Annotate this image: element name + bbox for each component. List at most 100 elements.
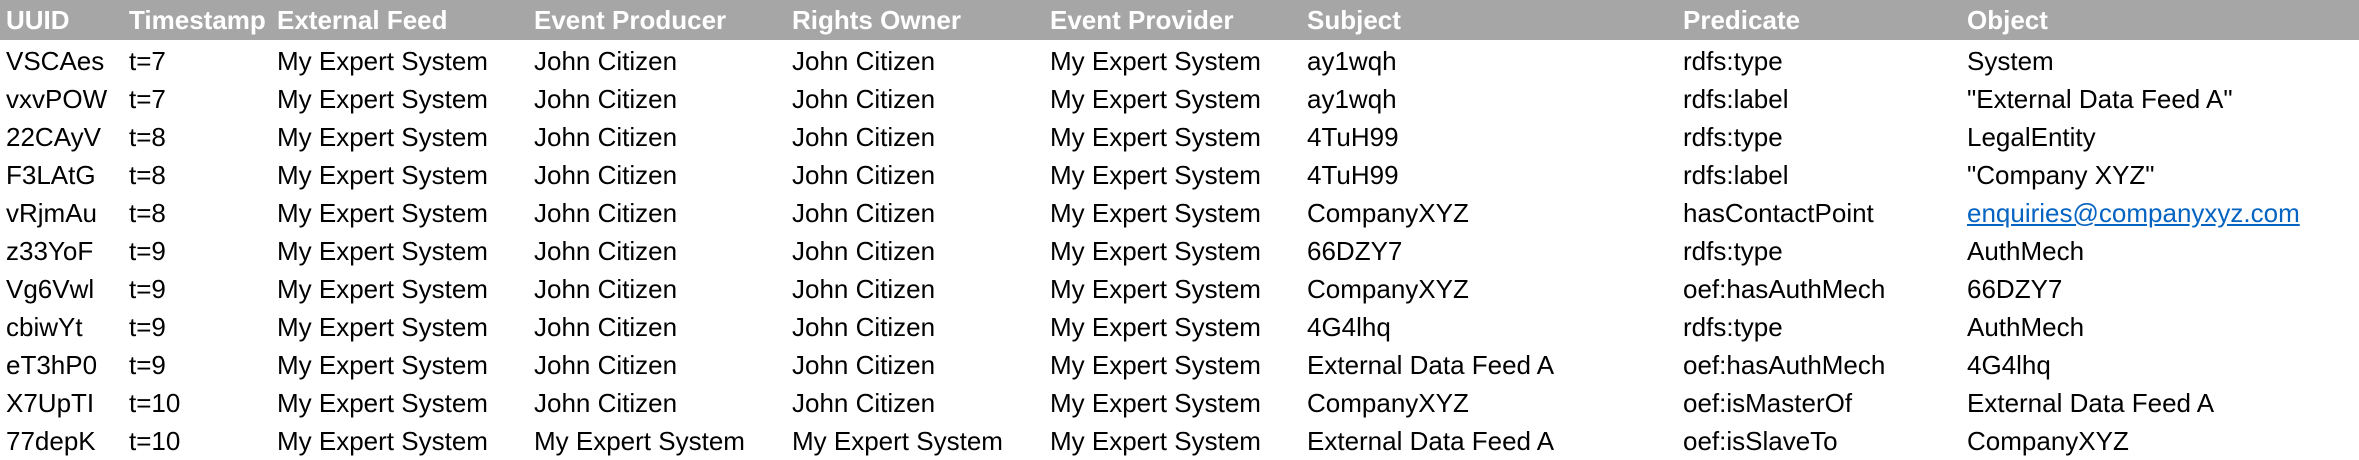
cell-object[interactable]: "Company XYZ" — [1961, 156, 2359, 194]
cell-event-producer[interactable]: John Citizen — [528, 270, 786, 308]
cell-object[interactable]: External Data Feed A — [1961, 384, 2359, 422]
cell-object[interactable]: enquiries@companyxyz.com — [1961, 194, 2359, 232]
cell-timestamp[interactable]: t=10 — [123, 384, 271, 422]
cell-timestamp[interactable]: t=7 — [123, 80, 271, 118]
cell-external-feed[interactable]: My Expert System — [271, 270, 528, 308]
cell-event-provider[interactable]: My Expert System — [1044, 194, 1301, 232]
cell-predicate[interactable]: oef:isSlaveTo — [1677, 422, 1961, 460]
cell-object[interactable]: 4G4lhq — [1961, 346, 2359, 384]
cell-event-producer[interactable]: John Citizen — [528, 194, 786, 232]
cell-subject[interactable]: 4G4lhq — [1301, 308, 1677, 346]
cell-event-provider[interactable]: My Expert System — [1044, 232, 1301, 270]
column-header-external-feed[interactable]: External Feed — [271, 0, 528, 40]
cell-external-feed[interactable]: My Expert System — [271, 346, 528, 384]
cell-rights-owner[interactable]: John Citizen — [786, 308, 1044, 346]
cell-rights-owner[interactable]: John Citizen — [786, 270, 1044, 308]
cell-uuid[interactable]: 22CAyV — [0, 118, 123, 156]
cell-external-feed[interactable]: My Expert System — [271, 308, 528, 346]
cell-event-provider[interactable]: My Expert System — [1044, 422, 1301, 460]
cell-external-feed[interactable]: My Expert System — [271, 40, 528, 80]
cell-timestamp[interactable]: t=8 — [123, 156, 271, 194]
cell-timestamp[interactable]: t=10 — [123, 422, 271, 460]
column-header-rights-owner[interactable]: Rights Owner — [786, 0, 1044, 40]
cell-timestamp[interactable]: t=8 — [123, 118, 271, 156]
cell-event-producer[interactable]: John Citizen — [528, 232, 786, 270]
cell-uuid[interactable]: z33YoF — [0, 232, 123, 270]
cell-event-provider[interactable]: My Expert System — [1044, 384, 1301, 422]
cell-timestamp[interactable]: t=7 — [123, 40, 271, 80]
cell-object[interactable]: 66DZY7 — [1961, 270, 2359, 308]
cell-timestamp[interactable]: t=9 — [123, 308, 271, 346]
cell-subject[interactable]: External Data Feed A — [1301, 422, 1677, 460]
cell-object[interactable]: AuthMech — [1961, 308, 2359, 346]
cell-timestamp[interactable]: t=8 — [123, 194, 271, 232]
cell-object[interactable]: System — [1961, 40, 2359, 80]
cell-subject[interactable]: ay1wqh — [1301, 40, 1677, 80]
cell-predicate[interactable]: oef:isMasterOf — [1677, 384, 1961, 422]
cell-rights-owner[interactable]: My Expert System — [786, 422, 1044, 460]
cell-external-feed[interactable]: My Expert System — [271, 80, 528, 118]
column-header-event-provider[interactable]: Event Provider — [1044, 0, 1301, 40]
cell-subject[interactable]: External Data Feed A — [1301, 346, 1677, 384]
column-header-predicate[interactable]: Predicate — [1677, 0, 1961, 40]
cell-uuid[interactable]: vRjmAu — [0, 194, 123, 232]
cell-subject[interactable]: CompanyXYZ — [1301, 270, 1677, 308]
cell-object[interactable]: "External Data Feed A" — [1961, 80, 2359, 118]
cell-subject[interactable]: 4TuH99 — [1301, 118, 1677, 156]
cell-uuid[interactable]: eT3hP0 — [0, 346, 123, 384]
cell-subject[interactable]: 4TuH99 — [1301, 156, 1677, 194]
cell-predicate[interactable]: oef:hasAuthMech — [1677, 346, 1961, 384]
cell-rights-owner[interactable]: John Citizen — [786, 232, 1044, 270]
cell-event-provider[interactable]: My Expert System — [1044, 80, 1301, 118]
cell-rights-owner[interactable]: John Citizen — [786, 40, 1044, 80]
cell-external-feed[interactable]: My Expert System — [271, 194, 528, 232]
cell-event-producer[interactable]: John Citizen — [528, 384, 786, 422]
column-header-uuid[interactable]: UUID — [0, 0, 123, 40]
cell-uuid[interactable]: 77depK — [0, 422, 123, 460]
cell-uuid[interactable]: X7UpTI — [0, 384, 123, 422]
cell-event-provider[interactable]: My Expert System — [1044, 308, 1301, 346]
cell-object[interactable]: CompanyXYZ — [1961, 422, 2359, 460]
cell-predicate[interactable]: rdfs:type — [1677, 308, 1961, 346]
cell-event-producer[interactable]: John Citizen — [528, 118, 786, 156]
cell-predicate[interactable]: rdfs:label — [1677, 156, 1961, 194]
cell-event-producer[interactable]: John Citizen — [528, 156, 786, 194]
column-header-object[interactable]: Object — [1961, 0, 2359, 40]
cell-uuid[interactable]: cbiwYt — [0, 308, 123, 346]
column-header-timestamp[interactable]: Timestamp — [123, 0, 271, 40]
cell-external-feed[interactable]: My Expert System — [271, 232, 528, 270]
cell-rights-owner[interactable]: John Citizen — [786, 194, 1044, 232]
cell-rights-owner[interactable]: John Citizen — [786, 156, 1044, 194]
cell-timestamp[interactable]: t=9 — [123, 346, 271, 384]
cell-predicate[interactable]: rdfs:type — [1677, 40, 1961, 80]
cell-predicate[interactable]: hasContactPoint — [1677, 194, 1961, 232]
cell-event-producer[interactable]: John Citizen — [528, 308, 786, 346]
cell-predicate[interactable]: rdfs:type — [1677, 232, 1961, 270]
cell-event-provider[interactable]: My Expert System — [1044, 346, 1301, 384]
cell-rights-owner[interactable]: John Citizen — [786, 118, 1044, 156]
cell-rights-owner[interactable]: John Citizen — [786, 80, 1044, 118]
cell-object[interactable]: AuthMech — [1961, 232, 2359, 270]
cell-timestamp[interactable]: t=9 — [123, 232, 271, 270]
cell-event-producer[interactable]: My Expert System — [528, 422, 786, 460]
cell-object[interactable]: LegalEntity — [1961, 118, 2359, 156]
cell-subject[interactable]: CompanyXYZ — [1301, 384, 1677, 422]
cell-event-provider[interactable]: My Expert System — [1044, 40, 1301, 80]
cell-predicate[interactable]: rdfs:label — [1677, 80, 1961, 118]
cell-external-feed[interactable]: My Expert System — [271, 384, 528, 422]
cell-subject[interactable]: ay1wqh — [1301, 80, 1677, 118]
cell-uuid[interactable]: F3LAtG — [0, 156, 123, 194]
column-header-subject[interactable]: Subject — [1301, 0, 1677, 40]
cell-subject[interactable]: CompanyXYZ — [1301, 194, 1677, 232]
email-link[interactable]: enquiries@companyxyz.com — [1967, 198, 2300, 228]
cell-event-producer[interactable]: John Citizen — [528, 40, 786, 80]
cell-subject[interactable]: 66DZY7 — [1301, 232, 1677, 270]
cell-predicate[interactable]: oef:hasAuthMech — [1677, 270, 1961, 308]
cell-event-producer[interactable]: John Citizen — [528, 346, 786, 384]
cell-timestamp[interactable]: t=9 — [123, 270, 271, 308]
cell-predicate[interactable]: rdfs:type — [1677, 118, 1961, 156]
cell-event-provider[interactable]: My Expert System — [1044, 156, 1301, 194]
column-header-event-producer[interactable]: Event Producer — [528, 0, 786, 40]
cell-external-feed[interactable]: My Expert System — [271, 118, 528, 156]
cell-external-feed[interactable]: My Expert System — [271, 156, 528, 194]
